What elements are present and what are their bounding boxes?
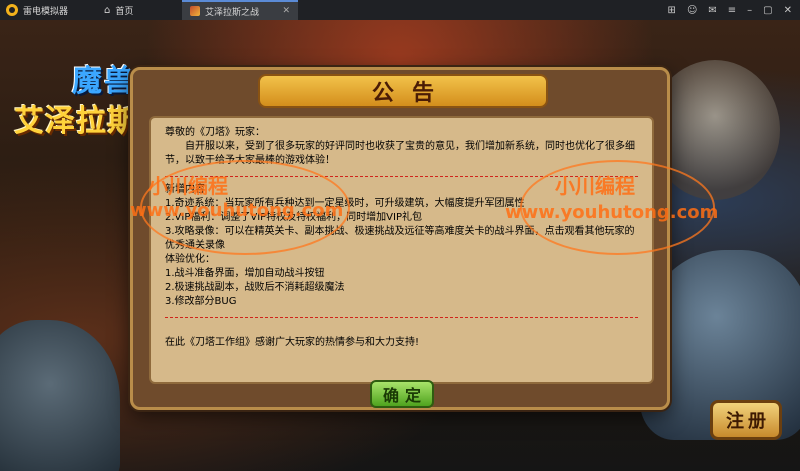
notice-closing: 在此《刀塔工作组》感谢广大玩家的热情参与和大力支持! [165, 337, 420, 348]
watermark-url-left: www.youhutong.com [130, 200, 344, 221]
notice-header: 公告 [258, 74, 548, 108]
notice-divider [165, 317, 638, 318]
watermark-url-right: www.youhutong.com [505, 202, 719, 223]
optimization-item: 1.战斗准备界面，增加自动战斗按钮 [165, 268, 325, 279]
optimization-item: 2.极速挑战副本，战败后不消耗超级魔法 [165, 282, 345, 293]
minimize-icon[interactable]: – [747, 5, 752, 16]
confirm-button[interactable]: 确定 [370, 380, 434, 408]
maximize-icon[interactable]: ▢ [763, 5, 772, 16]
menu-icon[interactable]: ≡ [728, 5, 736, 16]
emulator-titlebar: 雷电模拟器 ⌂ 首页 艾泽拉斯之战 ✕ ⊞ ☺ ✉ ≡ – ▢ ✕ [0, 0, 800, 20]
tab-close-icon[interactable]: ✕ [282, 6, 290, 16]
app-name: 雷电模拟器 [23, 6, 69, 17]
optimization-item: 3.修改部分BUG [165, 296, 237, 307]
tab-game-label: 艾泽拉斯之战 [205, 7, 260, 18]
emulator-logo-icon [6, 4, 18, 16]
game-icon [190, 6, 200, 16]
account-icon[interactable]: ☺ [687, 5, 697, 16]
notice-greeting: 尊敬的《刀塔》玩家： [165, 127, 265, 138]
tab-game[interactable]: 艾泽拉斯之战 ✕ [182, 0, 298, 20]
background-creature-left [0, 320, 120, 471]
mail-icon[interactable]: ✉ [708, 5, 716, 16]
optimization-heading: 体验优化： [165, 254, 215, 265]
logo-top-text: 魔兽 [72, 64, 136, 99]
tab-home[interactable]: ⌂ 首页 [96, 0, 182, 20]
watermark-name-left: 小川编程 [148, 174, 228, 198]
app-brand: 雷电模拟器 [0, 4, 96, 17]
window-controls: ⊞ ☺ ✉ ≡ – ▢ ✕ [668, 5, 800, 16]
notice-title: 公告 [371, 81, 452, 106]
watermark-name-right: 小川编程 [555, 174, 635, 198]
register-button[interactable]: 注册 [710, 400, 782, 440]
close-icon[interactable]: ✕ [784, 5, 792, 16]
tab-home-label: 首页 [115, 6, 134, 17]
home-icon: ⌂ [104, 4, 111, 16]
gamepad-icon[interactable]: ⊞ [668, 5, 676, 16]
logo-main-text: 艾泽拉斯 [14, 104, 138, 139]
